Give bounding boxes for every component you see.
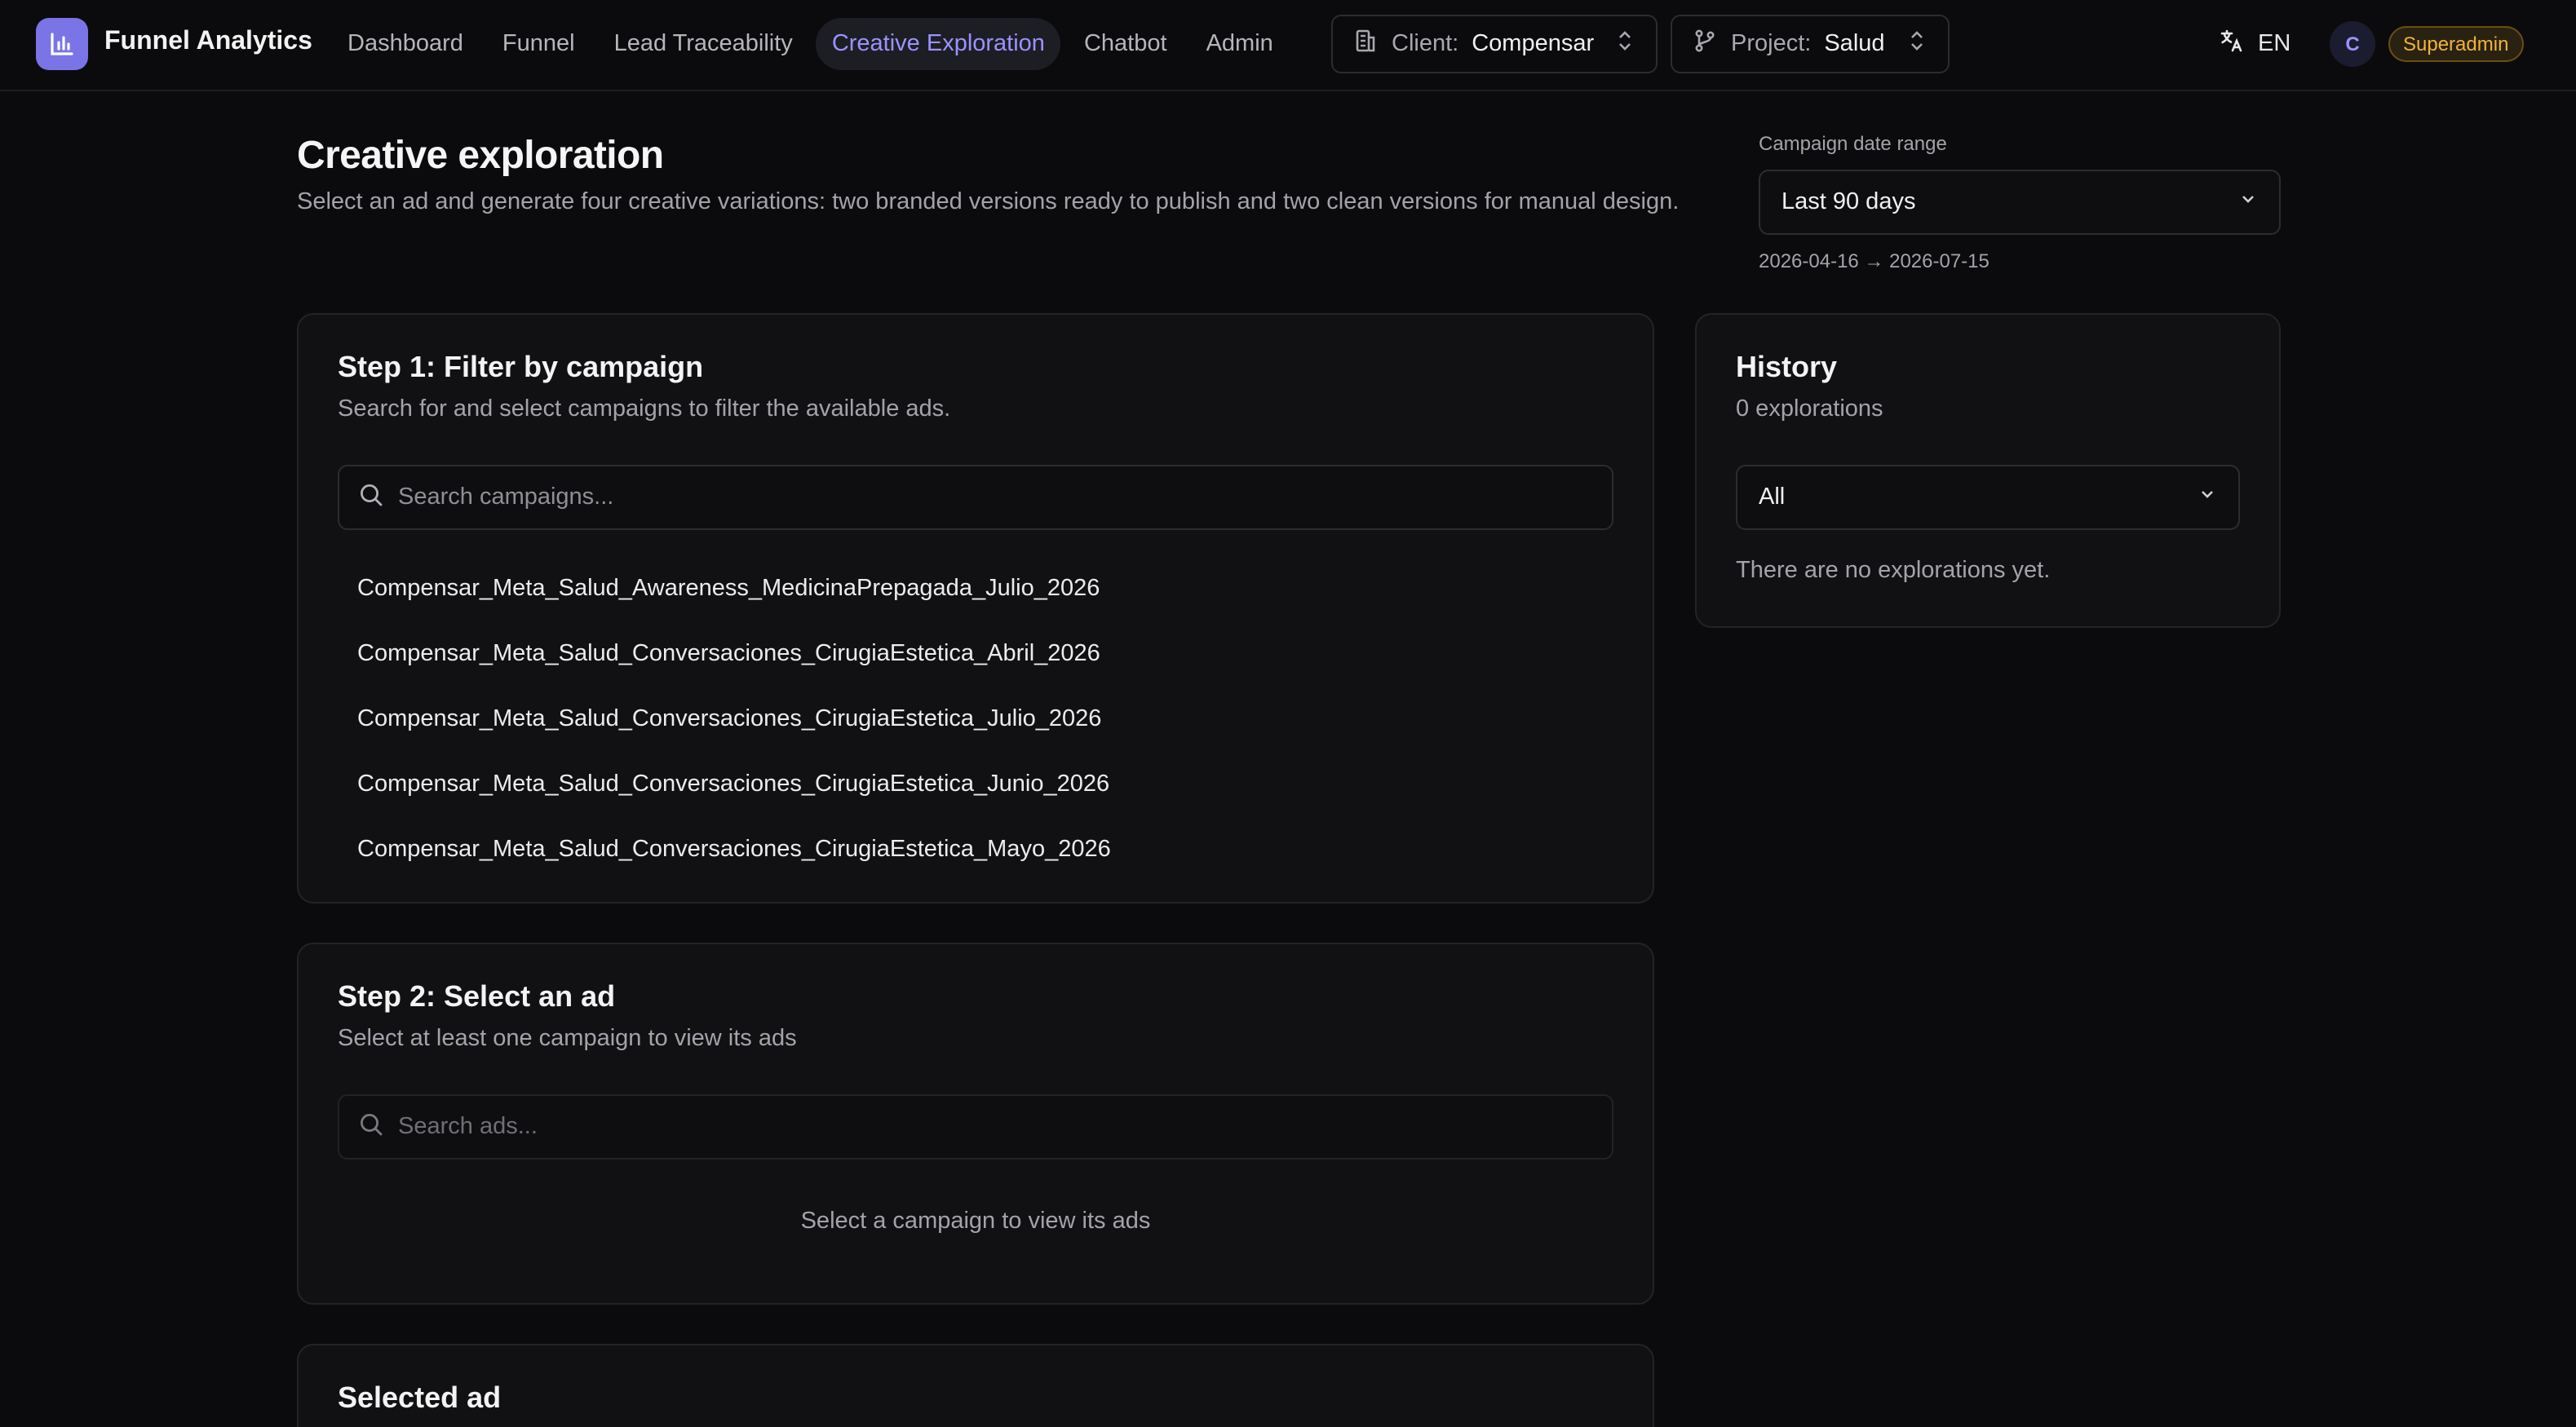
project-selector[interactable]: Project: Salud [1671, 15, 1950, 73]
history-filter-value: All [1759, 484, 1786, 510]
chevron-down-icon [2198, 484, 2217, 510]
chevrons-up-down-icon [1905, 29, 1928, 59]
search-icon [359, 1111, 383, 1142]
git-branch-icon [1692, 28, 1718, 60]
history-title: History [1736, 351, 1838, 383]
top-navigation-bar: Funnel Analytics Dashboard Funnel Lead T… [0, 0, 2576, 91]
nav-chatbot[interactable]: Chatbot [1068, 18, 1184, 70]
language-switcher[interactable]: EN [2219, 28, 2291, 60]
page-subtitle: Select an ad and generate four creative … [297, 189, 1680, 215]
campaign-item[interactable]: Compensar_Meta_Salud_Awareness_MedicinaP… [338, 556, 1613, 621]
campaign-list: Compensar_Meta_Salud_Awareness_MedicinaP… [338, 556, 1613, 882]
avatar[interactable]: C [2330, 21, 2375, 67]
date-range-label: Campaign date range [1759, 132, 1947, 155]
role-badge: Superadmin [2388, 26, 2524, 62]
nav-creative-exploration[interactable]: Creative Exploration [815, 18, 1061, 70]
campaign-search-placeholder: Search campaigns... [398, 484, 614, 510]
step2-description: Select at least one campaign to view its… [338, 1026, 797, 1052]
step2-card: Step 2: Select an ad Select at least one… [297, 943, 1654, 1305]
campaign-item[interactable]: Compensar_Meta_Salud_Conversaciones_Ciru… [338, 687, 1613, 752]
date-range-select[interactable]: Last 90 days [1759, 170, 2281, 235]
campaign-item[interactable]: Compensar_Meta_Salud_Conversaciones_Ciru… [338, 817, 1613, 882]
campaign-item[interactable]: Compensar_Meta_Salud_Conversaciones_Ciru… [338, 752, 1613, 817]
campaign-item[interactable]: Compensar_Meta_Salud_Conversaciones_Ciru… [338, 621, 1613, 687]
selected-ad-title: Selected ad [338, 1381, 502, 1414]
ads-empty-state: Select a campaign to view its ads [800, 1208, 1151, 1235]
step1-card: Step 1: Filter by campaign Search for an… [297, 313, 1654, 903]
building-icon [1352, 28, 1379, 60]
bar-chart-icon[interactable] [36, 18, 88, 70]
selected-ad-card: Selected ad [297, 1344, 1654, 1427]
search-icon [359, 482, 383, 513]
date-range-text: 2026-04-16 → 2026-07-15 [1759, 250, 1990, 272]
page-title: Creative exploration [297, 134, 664, 178]
ad-search-placeholder: Search ads... [398, 1114, 538, 1140]
history-filter-select[interactable]: All [1736, 465, 2240, 530]
campaign-search-input[interactable]: Search campaigns... [338, 465, 1613, 530]
nav-funnel[interactable]: Funnel [486, 18, 591, 70]
history-card: History 0 explorations All There are no … [1695, 313, 2281, 628]
app-title[interactable]: Funnel Analytics [104, 28, 312, 57]
project-value: Salud [1824, 31, 1885, 57]
history-count: 0 explorations [1736, 396, 1883, 422]
client-label: Client: [1392, 31, 1459, 57]
ad-search-input[interactable]: Search ads... [338, 1094, 1613, 1160]
nav-dashboard[interactable]: Dashboard [331, 18, 480, 70]
nav-admin[interactable]: Admin [1190, 18, 1290, 70]
chevrons-up-down-icon [1613, 29, 1636, 59]
step2-title: Step 2: Select an ad [338, 980, 616, 1013]
chevron-down-icon [2238, 189, 2258, 215]
language-label: EN [2258, 31, 2291, 57]
step1-title: Step 1: Filter by campaign [338, 351, 704, 383]
history-empty-state: There are no explorations yet. [1736, 558, 2051, 584]
main-nav: Dashboard Funnel Lead Traceability Creat… [331, 18, 1290, 70]
date-range-value: Last 90 days [1782, 189, 1916, 215]
client-value: Compensar [1472, 31, 1595, 57]
app-root: Funnel Analytics Dashboard Funnel Lead T… [0, 0, 2576, 1427]
nav-lead-traceability[interactable]: Lead Traceability [598, 18, 809, 70]
step1-description: Search for and select campaigns to filte… [338, 396, 951, 422]
client-selector[interactable]: Client: Compensar [1331, 15, 1658, 73]
project-label: Project: [1731, 31, 1812, 57]
translate-icon [2219, 28, 2245, 60]
